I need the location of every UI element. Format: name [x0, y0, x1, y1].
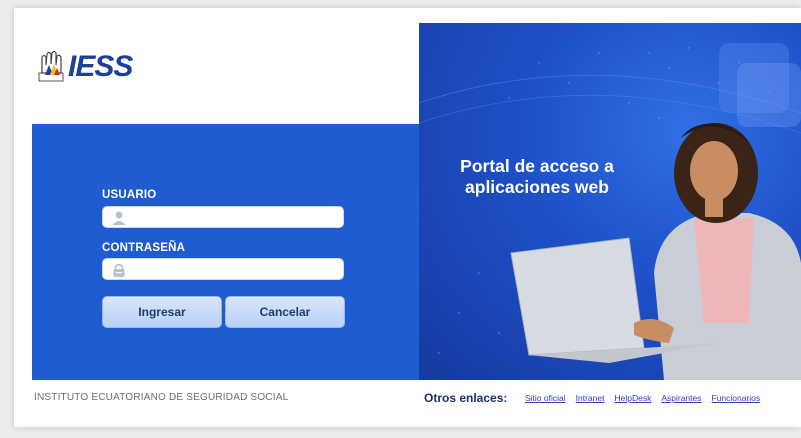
lock-icon: [113, 263, 125, 277]
link-intranet[interactable]: Intranet: [576, 393, 605, 403]
logo-wordmark: IESS: [68, 50, 133, 83]
hands-emblem-icon: [38, 51, 64, 82]
link-funcionarios[interactable]: Funcionarios: [712, 393, 761, 403]
link-helpdesk[interactable]: HelpDesk: [614, 393, 651, 403]
footer: INSTITUTO ECUATORIANO DE SEGURIDAD SOCIA…: [14, 380, 801, 427]
password-input[interactable]: [133, 261, 337, 279]
institute-name: INSTITUTO ECUATORIANO DE SEGURIDAD SOCIA…: [34, 392, 289, 403]
hero-title-line2: aplicaciones web: [465, 177, 609, 197]
username-field[interactable]: [102, 206, 344, 228]
hero-background-pattern: [419, 43, 801, 380]
password-field[interactable]: [102, 258, 344, 280]
login-panel: USUARIO CONTRASEÑA Ingresar Cancelar: [32, 124, 419, 380]
hero-title: Portal de acceso a aplicaciones web: [437, 156, 637, 198]
username-label: USUARIO: [102, 189, 157, 201]
logo-area: IESS: [14, 8, 419, 124]
iess-logo: IESS: [36, 50, 133, 84]
other-links-label: Otros enlaces:: [424, 391, 508, 405]
link-sitio-oficial[interactable]: Sitio oficial: [525, 393, 566, 403]
cancel-button[interactable]: Cancelar: [225, 296, 345, 328]
hero-title-line1: Portal de acceso a: [460, 156, 614, 176]
link-aspirantes[interactable]: Aspirantes: [661, 393, 701, 403]
username-input[interactable]: [133, 209, 337, 227]
login-card: IESS USUARIO CONTRASEÑA Ingresar Cancela…: [14, 8, 801, 427]
hero-panel: Portal de acceso a aplicaciones web: [419, 23, 801, 380]
user-icon: [112, 211, 126, 225]
password-label: CONTRASEÑA: [102, 242, 186, 254]
login-button[interactable]: Ingresar: [102, 296, 222, 328]
footer-links: Sitio oficial Intranet HelpDesk Aspirant…: [525, 393, 760, 403]
